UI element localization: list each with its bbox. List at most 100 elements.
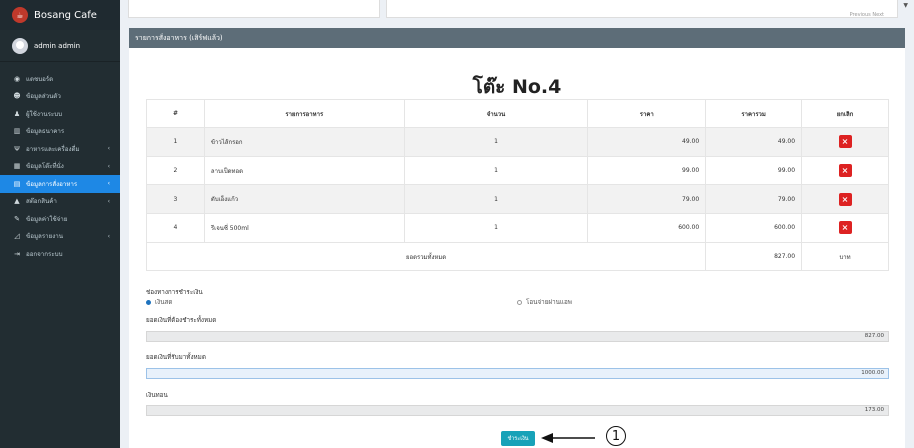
change-field: 173.00 [146, 405, 889, 416]
row-qty: 1 [403, 213, 589, 243]
chevron-left-icon: ‹ [107, 197, 110, 205]
row-item: ข้าวไส้กรอก [203, 127, 405, 157]
sidebar-item-2[interactable]: ♟ ผู้ใช้งานระบบ [0, 105, 120, 123]
sidebar: ☕ Bosang Cafe admin admin ◉ แดชบอร์ด ☻ ข้อม… [0, 0, 120, 448]
callout-number: 1 [606, 426, 626, 446]
sidebar-item-label: ข้อมูลธนาคาร [26, 128, 65, 136]
sidebar-item-label: แดชบอร์ด [26, 75, 54, 83]
sidebar-item-label: ออกจากระบบ [26, 250, 63, 258]
chevron-left-icon: ‹ [107, 162, 110, 170]
sidebar-item-8[interactable]: ✎ ข้อมูลค่าใช้จ่าย [0, 210, 120, 228]
order-icon: ▤ [13, 179, 21, 188]
currency: บาท [801, 241, 889, 272]
arrow-left-icon [541, 433, 595, 443]
row-price: 79.00 [587, 184, 707, 215]
table-icon: ▦ [13, 162, 21, 171]
radio-transfer[interactable]: โอนจ่ายผ่านแอพ [517, 297, 572, 307]
table-row: 2 ลาบเป็ดทอด 1 99.00 99.00 × [146, 155, 889, 186]
received-label: ยอดเงินที่รับมาทั้งหมด [146, 354, 206, 361]
sidebar-item-7[interactable]: ▲ สต๊อกสินค้า ‹ [0, 193, 120, 211]
due-field: 827.00 [146, 331, 889, 342]
report-icon: ◿ [14, 232, 20, 241]
sidebar-item-10[interactable]: ⇥ ออกจากระบบ [0, 245, 120, 263]
row-total: 99.00 [705, 155, 803, 186]
sidebar-item-label: ผู้ใช้งานระบบ [26, 110, 63, 118]
col-cancel: ยกเลิก [801, 99, 889, 128]
sidebar-item-0[interactable]: ◉ แดชบอร์ด [0, 70, 120, 88]
sidebar-item-4[interactable]: Ψ อาหารและเครื่องดื่ม ‹ [0, 140, 120, 158]
radio-cash[interactable]: เงินสด [146, 297, 172, 307]
cancel-cell: × [801, 127, 889, 157]
logout-icon: ⇥ [14, 249, 20, 258]
cancel-cell: × [801, 213, 889, 243]
food-icon: Ψ [14, 144, 20, 153]
received-field[interactable]: 1000.00 [146, 368, 889, 379]
total-label: ยอดรวมทั้งหมด [145, 241, 707, 272]
sidebar-item-label: ข้อมูลการสั่งอาหาร [26, 180, 78, 188]
radio-cash-label: เงินสด [155, 299, 173, 306]
top-box-right [386, 0, 898, 18]
sidebar-item-9[interactable]: ◿ ข้อมูลรายงาน ‹ [0, 228, 120, 246]
cafe-logo-icon: ☕ [12, 7, 28, 23]
sidebar-item-label: ข้อมูลค่าใช้จ่าย [26, 215, 68, 223]
cancel-button[interactable]: × [838, 164, 852, 178]
sidebar-item-3[interactable]: ▥ ข้อมูลธนาคาร [0, 123, 120, 141]
pagination[interactable]: Previous Next [850, 12, 884, 18]
radio-transfer-label: โอนจ่ายผ่านแอพ [526, 299, 572, 306]
row-no: 3 [146, 184, 205, 215]
order-table: # รายการอาหาร จำนวน ราคา ราคารวม ยกเลิก … [145, 99, 889, 272]
pay-button[interactable]: ชำระเงิน [501, 431, 535, 446]
total-value: 827.00 [705, 241, 803, 272]
row-qty: 1 [403, 127, 589, 157]
cancel-button[interactable]: × [838, 135, 852, 149]
users-icon: ♟ [13, 109, 21, 118]
radio-dot [517, 299, 522, 305]
cancel-button[interactable]: × [838, 221, 852, 235]
table-row: 3 ตับเอ็งแก้ว 1 79.00 79.00 × [146, 184, 889, 215]
sidebar-item-label: อาหารและเครื่องดื่ม [26, 145, 80, 153]
sidebar-item-label: ข้อมูลส่วนตัว [26, 93, 61, 101]
row-no: 1 [146, 127, 205, 157]
total-row: ยอดรวมทั้งหมด 827.00 บาท [145, 241, 889, 272]
sidebar-item-1[interactable]: ☻ ข้อมูลส่วนตัว [0, 88, 120, 106]
sidebar-item-label: สต๊อกสินค้า [26, 198, 57, 206]
radio-dot [146, 299, 151, 305]
table-row: 4 รีเจนซี่ 500ml 1 600.00 600.00 × [146, 213, 889, 243]
sidebar-item-5[interactable]: ▦ ข้อมูลโต๊ะที่นั่ง ‹ [0, 158, 120, 176]
stock-icon: ▲ [14, 197, 20, 206]
table-row: 1 ข้าวไส้กรอก 1 49.00 49.00 × [146, 127, 889, 157]
panel-title: รายการสั่งอาหาร (เสิร์ฟแล้ว) [129, 28, 905, 48]
row-price: 99.00 [587, 155, 707, 186]
table-title: โต๊ะ No.4 [472, 76, 562, 98]
row-total: 49.00 [705, 127, 803, 157]
chevron-left-icon: ‹ [107, 180, 110, 188]
col-qty: จำนวน [403, 99, 589, 128]
brand[interactable]: ☕ Bosang Cafe [0, 0, 120, 30]
cancel-button[interactable]: × [838, 192, 852, 206]
sidebar-item-6[interactable]: ▤ ข้อมูลการสั่งอาหาร ‹ [0, 175, 120, 193]
row-total: 600.00 [705, 213, 803, 243]
sidebar-item-label: ข้อมูลรายงาน [26, 233, 63, 241]
col-no: # [146, 99, 205, 128]
order-panel: รายการสั่งอาหาร (เสิร์ฟแล้ว) โต๊ะ No.4 #… [129, 28, 905, 448]
bank-icon: ▥ [13, 127, 21, 136]
caret-down-icon[interactable]: ▼ [903, 2, 908, 9]
row-price: 600.00 [587, 213, 707, 243]
row-no: 2 [146, 155, 205, 186]
cancel-cell: × [801, 184, 889, 215]
row-qty: 1 [403, 155, 589, 186]
row-price: 49.00 [587, 127, 707, 157]
sidebar-item-label: ข้อมูลโต๊ะที่นั่ง [26, 163, 64, 171]
col-price: ราคา [587, 99, 707, 128]
row-no: 4 [146, 213, 205, 243]
row-qty: 1 [403, 184, 589, 215]
chevron-left-icon: ‹ [107, 232, 110, 240]
change-label: เงินทอน [146, 392, 168, 399]
col-item: รายการอาหาร [203, 99, 405, 128]
payment-channel-label: ช่องทางการชำระเงิน [146, 289, 203, 296]
due-label: ยอดเงินที่ต้องชำระทั้งหมด [146, 317, 217, 324]
avatar [12, 37, 28, 54]
dashboard-icon: ◉ [13, 74, 21, 83]
row-item: รีเจนซี่ 500ml [203, 213, 405, 243]
row-item: ลาบเป็ดทอด [203, 155, 405, 186]
